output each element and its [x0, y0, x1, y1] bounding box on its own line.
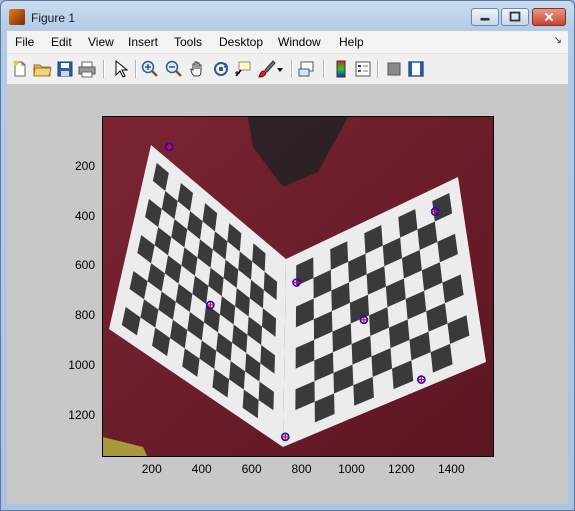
title-bar[interactable]: Figure 1 — [1, 1, 574, 31]
data-point — [430, 207, 440, 216]
x-tick-label: 1200 — [388, 462, 415, 476]
data-point — [280, 432, 290, 442]
data-point — [292, 278, 301, 287]
menu-insert[interactable]: Insert — [128, 35, 158, 49]
pan-hand-icon[interactable] — [188, 59, 208, 79]
figure-toolbar — [7, 54, 568, 85]
checkerboard-image — [103, 117, 493, 456]
data-point — [359, 315, 369, 325]
print-icon[interactable] — [77, 59, 97, 79]
data-point — [417, 375, 426, 384]
window-title: Figure 1 — [31, 11, 76, 25]
toolbar-separator — [291, 60, 293, 78]
x-tick-label: 600 — [241, 462, 262, 476]
link-plot-icon[interactable] — [297, 59, 317, 79]
new-figure-icon[interactable] — [10, 59, 30, 79]
y-tick-label: 1000 — [68, 357, 95, 372]
show-plot-tools-icon[interactable] — [406, 59, 426, 79]
y-tick-label: 400 — [74, 208, 95, 223]
minimize-icon — [480, 17, 490, 21]
y-tick-label: 200 — [74, 158, 95, 173]
dock-arrow-icon[interactable]: ↘ — [554, 35, 562, 46]
menu-tools[interactable]: Tools — [174, 35, 202, 49]
menu-view[interactable]: View — [88, 35, 114, 49]
zoom-in-icon[interactable] — [140, 59, 160, 79]
x-tick-label: 400 — [191, 462, 212, 476]
close-icon — [544, 12, 554, 22]
x-tick-label: 200 — [141, 462, 162, 476]
matlab-icon — [9, 9, 25, 25]
insert-legend-icon[interactable] — [353, 59, 373, 79]
edit-plot-arrow-icon[interactable] — [110, 59, 130, 79]
x-tick-label: 800 — [291, 462, 312, 476]
zoom-out-icon[interactable] — [164, 59, 184, 79]
minimize-button[interactable] — [471, 8, 499, 26]
menu-file[interactable]: File — [15, 35, 34, 49]
toolbar-separator — [103, 60, 105, 78]
y-tick-label: 1200 — [68, 407, 95, 422]
data-cursor-icon[interactable] — [233, 59, 253, 79]
brush-icon[interactable] — [257, 59, 277, 79]
y-tick-label: 800 — [74, 308, 95, 323]
menu-window[interactable]: Window — [278, 35, 321, 49]
x-tick-label: 1000 — [338, 462, 365, 476]
figure-canvas: 200 400 600 800 1000 1200 200 400 600 800 1000 120… — [7, 85, 568, 504]
brush-dropdown-icon[interactable] — [275, 59, 285, 79]
menu-edit[interactable]: Edit — [51, 35, 72, 49]
open-file-icon[interactable] — [32, 59, 52, 79]
toolbar-separator — [135, 60, 137, 78]
hide-plot-tools-icon[interactable] — [384, 59, 404, 79]
x-tick-label: 1400 — [437, 462, 465, 476]
close-button[interactable] — [532, 8, 566, 26]
data-point — [164, 142, 174, 152]
toolbar-separator — [323, 60, 325, 78]
insert-colorbar-icon[interactable] — [331, 59, 351, 79]
menu-desktop[interactable]: Desktop — [219, 35, 263, 49]
toolbar-separator — [377, 60, 379, 78]
rotate-3d-icon[interactable] — [211, 59, 231, 79]
maximize-button[interactable] — [501, 8, 529, 26]
image-axes[interactable] — [102, 116, 494, 457]
menu-bar: File Edit View Insert Tools Desktop Wind… — [7, 31, 568, 54]
y-tick-label: 600 — [74, 258, 95, 273]
save-icon[interactable] — [55, 59, 75, 79]
data-point — [206, 300, 215, 310]
maximize-icon — [509, 11, 521, 22]
menu-help[interactable]: Help — [339, 35, 364, 49]
figure-window: Figure 1 File Edit View Insert Tools Des… — [0, 0, 575, 511]
